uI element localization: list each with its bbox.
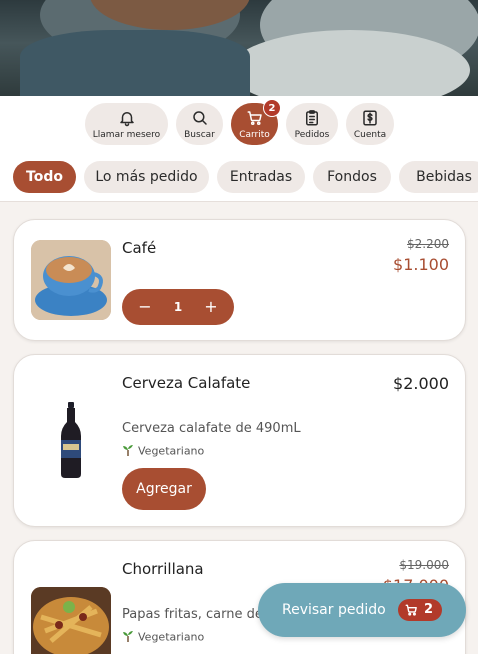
quantity-value: 1 [173, 300, 183, 314]
search-label: Buscar [184, 130, 215, 140]
product-original-price: $2.200 [407, 237, 449, 251]
product-original-price: $19.000 [399, 558, 449, 572]
call-waiter-label: Llamar mesero [92, 130, 161, 140]
search-icon [176, 109, 223, 129]
product-card-cerveza[interactable]: Cerveza Calafate $2.000 Cerveza calafate… [13, 354, 466, 527]
review-order-count-badge: 2 [398, 599, 442, 621]
product-image-cerveza [31, 400, 111, 480]
account-label: Cuenta [353, 130, 387, 140]
account-button[interactable]: Cuenta [346, 103, 394, 145]
call-waiter-button[interactable]: Llamar mesero [85, 103, 168, 145]
cart-button[interactable]: Carrito 2 [231, 99, 281, 145]
product-description: Cerveza calafate de 490mL [122, 421, 301, 436]
tab-bebidas[interactable]: Bebidas [399, 161, 478, 193]
vegetarian-tag: Vegetariano [122, 444, 204, 459]
increment-button[interactable]: + [196, 289, 226, 325]
product-image-chorrillana [31, 587, 111, 654]
vegetarian-tag: Vegetariano [122, 630, 204, 645]
quick-actions-bar: Llamar mesero Buscar Carrito 2 Pedidos C… [0, 96, 478, 152]
product-price: $1.100 [393, 255, 449, 274]
category-tabs: Todo Lo más pedido Entradas Fondos Bebid… [0, 152, 478, 202]
bell-icon [85, 109, 168, 129]
vegetarian-label: Vegetariano [138, 630, 205, 644]
product-name: Cerveza Calafate [122, 374, 251, 392]
orders-label: Pedidos [294, 130, 330, 140]
decrement-button[interactable]: − [130, 289, 160, 325]
cart-badge: 2 [263, 99, 281, 117]
tab-todo[interactable]: Todo [13, 161, 76, 193]
tab-mas-pedido[interactable]: Lo más pedido [84, 161, 209, 193]
hero-napkin [20, 30, 250, 96]
add-to-cart-button[interactable]: Agregar [122, 468, 206, 510]
review-order-label: Revisar pedido [282, 602, 386, 618]
product-name: Café [122, 239, 157, 257]
product-description: Papas fritas, carne de [122, 607, 263, 622]
cart-label: Carrito [239, 130, 270, 140]
tab-fondos[interactable]: Fondos [313, 161, 391, 193]
hero-image [0, 0, 478, 96]
clipboard-icon [286, 109, 338, 129]
receipt-icon [346, 109, 394, 129]
review-order-count: 2 [424, 602, 434, 617]
product-price: $2.000 [393, 374, 449, 393]
review-order-button[interactable]: Revisar pedido 2 [258, 583, 466, 637]
product-card-cafe[interactable]: Café $2.200 $1.100 − 1 + [13, 219, 466, 341]
search-button[interactable]: Buscar [176, 103, 223, 145]
cart-icon [405, 604, 417, 616]
vegetarian-label: Vegetariano [138, 444, 205, 458]
sprout-icon [122, 630, 134, 645]
orders-button[interactable]: Pedidos [286, 103, 338, 145]
tab-entradas[interactable]: Entradas [217, 161, 305, 193]
quantity-stepper: − 1 + [122, 289, 234, 325]
product-image-cafe [31, 240, 111, 320]
sprout-icon [122, 444, 134, 459]
product-name: Chorrillana [122, 560, 204, 578]
